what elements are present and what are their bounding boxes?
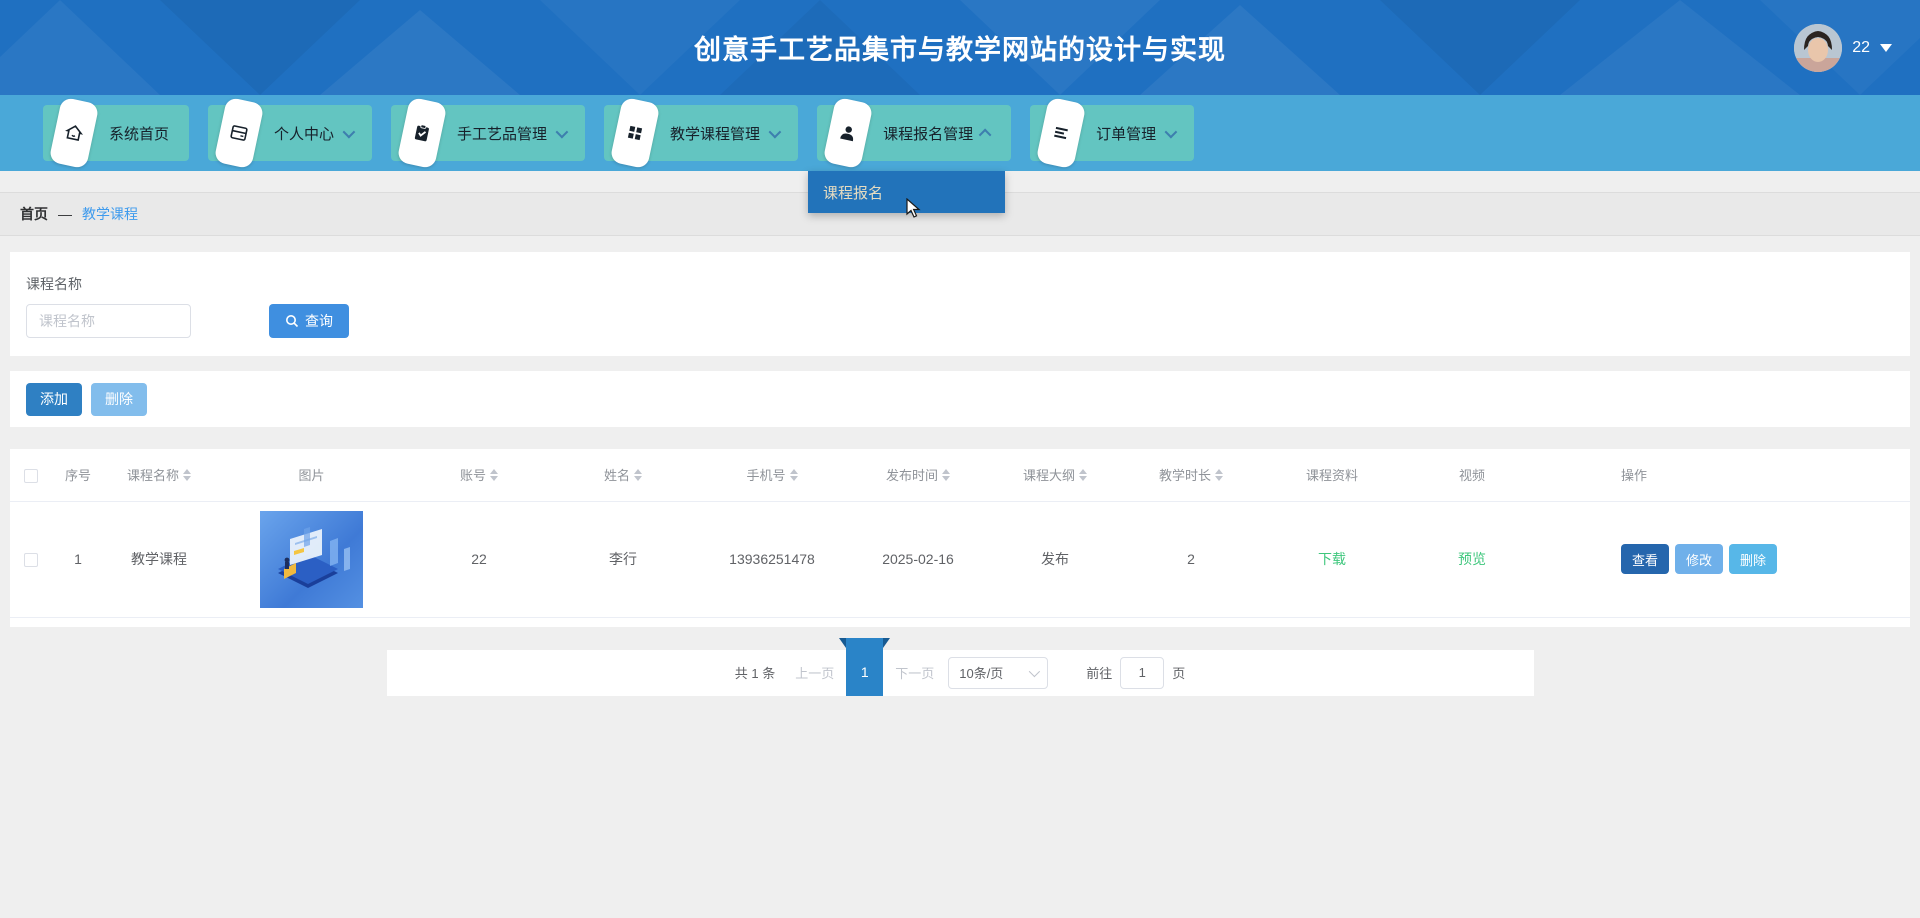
nav-label: 订单管理 [1096,123,1156,144]
sort-icon[interactable] [1079,469,1087,481]
pagination-total: 共 1 条 [735,663,775,682]
col-header-publish-date[interactable]: 发布时间 [847,449,989,501]
nav-item-system-home[interactable]: 系统首页 [43,105,189,161]
col-header-material: 课程资料 [1261,449,1403,501]
sort-icon[interactable] [1215,469,1223,481]
add-button[interactable]: 添加 [26,383,82,416]
sort-icon[interactable] [490,469,498,481]
prev-page-button[interactable]: 上一页 [795,663,834,682]
search-field-label: 课程名称 [26,274,1894,294]
search-input[interactable] [26,304,191,338]
course-table: 序号 课程名称 图片 账号 姓名 手机号 发布时间 课程大纲 教学时长 课程资料… [10,449,1910,618]
cell-name: 李行 [549,501,697,617]
user-name[interactable]: 22 [1852,39,1870,57]
chevron-down-icon [1165,125,1178,138]
query-button-label: 查询 [305,311,333,331]
toolbar-panel: 添加 删除 [10,371,1910,427]
col-header-image[interactable]: 图片 [214,449,409,501]
profile-card-icon [214,97,265,169]
breadcrumb-separator: — [58,206,72,222]
cell-phone: 13936251478 [697,501,847,617]
select-all-checkbox[interactable] [24,469,38,483]
query-button[interactable]: 查询 [269,304,349,338]
submenu-label[interactable]: 课程报名 [823,182,883,203]
nav-item-order-management[interactable]: 订单管理 [1030,105,1194,161]
person-icon [823,97,874,169]
nav-label: 个人中心 [274,123,334,144]
nav-label: 手工艺品管理 [457,123,547,144]
mouse-cursor [905,198,923,220]
nav-label: 课程报名管理 [883,123,973,144]
nav-item-course-management[interactable]: 教学课程管理 [604,105,798,161]
breadcrumb-current[interactable]: 教学课程 [82,204,138,224]
cell-publish-date: 2025-02-16 [847,501,989,617]
current-page-button[interactable]: 1 [846,638,883,696]
chevron-down-icon [769,125,782,138]
breadcrumb-home[interactable]: 首页 [20,204,48,224]
app-header: 创意手工艺品集市与教学网站的设计与实现 22 [0,0,1920,95]
chevron-down-icon [343,125,356,138]
clipboard-check-icon [397,97,448,169]
course-image[interactable] [260,511,363,608]
col-header-video: 视频 [1403,449,1541,501]
cell-duration: 2 [1121,501,1261,617]
col-header-duration[interactable]: 教学时长 [1121,449,1261,501]
list-icon [1036,97,1087,169]
col-header-phone[interactable]: 手机号 [697,449,847,501]
page-title: 创意手工艺品集市与教学网站的设计与实现 [0,0,1920,95]
sort-icon[interactable] [634,469,642,481]
delete-button[interactable]: 删除 [91,383,147,416]
cell-account: 22 [409,501,549,617]
edit-button[interactable]: 修改 [1675,544,1723,574]
sort-icon[interactable] [790,469,798,481]
avatar[interactable] [1794,24,1842,72]
row-delete-button[interactable]: 删除 [1729,544,1777,574]
nav-item-personal-center[interactable]: 个人中心 [208,105,372,161]
nav-item-handicraft-management[interactable]: 手工艺品管理 [391,105,585,161]
sort-icon[interactable] [183,469,191,481]
chevron-down-icon [1880,44,1892,52]
chevron-down-icon [1029,665,1040,676]
sort-icon[interactable] [942,469,950,481]
search-icon [285,314,299,328]
cell-course-name: 教学课程 [104,501,214,617]
row-checkbox[interactable] [24,553,38,567]
page: 创意手工艺品集市与教学网站的设计与实现 22 系统首页 [0,0,1920,918]
cell-outline: 发布 [989,501,1121,617]
nav-item-course-signup-management[interactable]: 课程报名管理 [817,105,1011,161]
main-nav: 系统首页 个人中心 手工艺品管理 教学课程管理 [0,95,1920,171]
download-link[interactable]: 下载 [1318,551,1346,567]
table-row: 1 教学课程 [10,501,1910,617]
preview-link[interactable]: 预览 [1458,551,1486,567]
next-page-button[interactable]: 下一页 [895,663,934,682]
chevron-down-icon [556,125,569,138]
col-header-course-name[interactable]: 课程名称 [104,449,214,501]
col-header-actions: 操作 [1541,449,1910,501]
col-header-outline[interactable]: 课程大纲 [989,449,1121,501]
grid-icon [610,97,661,169]
goto-suffix-label: 页 [1172,663,1185,682]
goto-page-input[interactable] [1120,657,1164,689]
goto-prefix-label: 前往 [1086,663,1112,682]
col-header-account[interactable]: 账号 [409,449,549,501]
home-icon [49,97,100,169]
cell-index: 1 [52,501,104,617]
view-button[interactable]: 查看 [1621,544,1669,574]
nav-label: 系统首页 [109,123,169,144]
col-header-index[interactable]: 序号 [52,449,104,501]
page-size-value: 10条/页 [959,663,1003,682]
user-menu[interactable]: 22 [1794,0,1892,95]
pagination: 共 1 条 上一页 1 下一页 10条/页 前往 页 [387,650,1534,696]
chevron-up-icon [979,128,992,141]
col-header-name[interactable]: 姓名 [549,449,697,501]
table-panel: 序号 课程名称 图片 账号 姓名 手机号 发布时间 课程大纲 教学时长 课程资料… [10,449,1910,627]
table-header-row: 序号 课程名称 图片 账号 姓名 手机号 发布时间 课程大纲 教学时长 课程资料… [10,449,1910,501]
search-panel: 课程名称 查询 [10,252,1910,356]
nav-label: 教学课程管理 [670,123,760,144]
page-size-select[interactable]: 10条/页 [948,657,1048,689]
